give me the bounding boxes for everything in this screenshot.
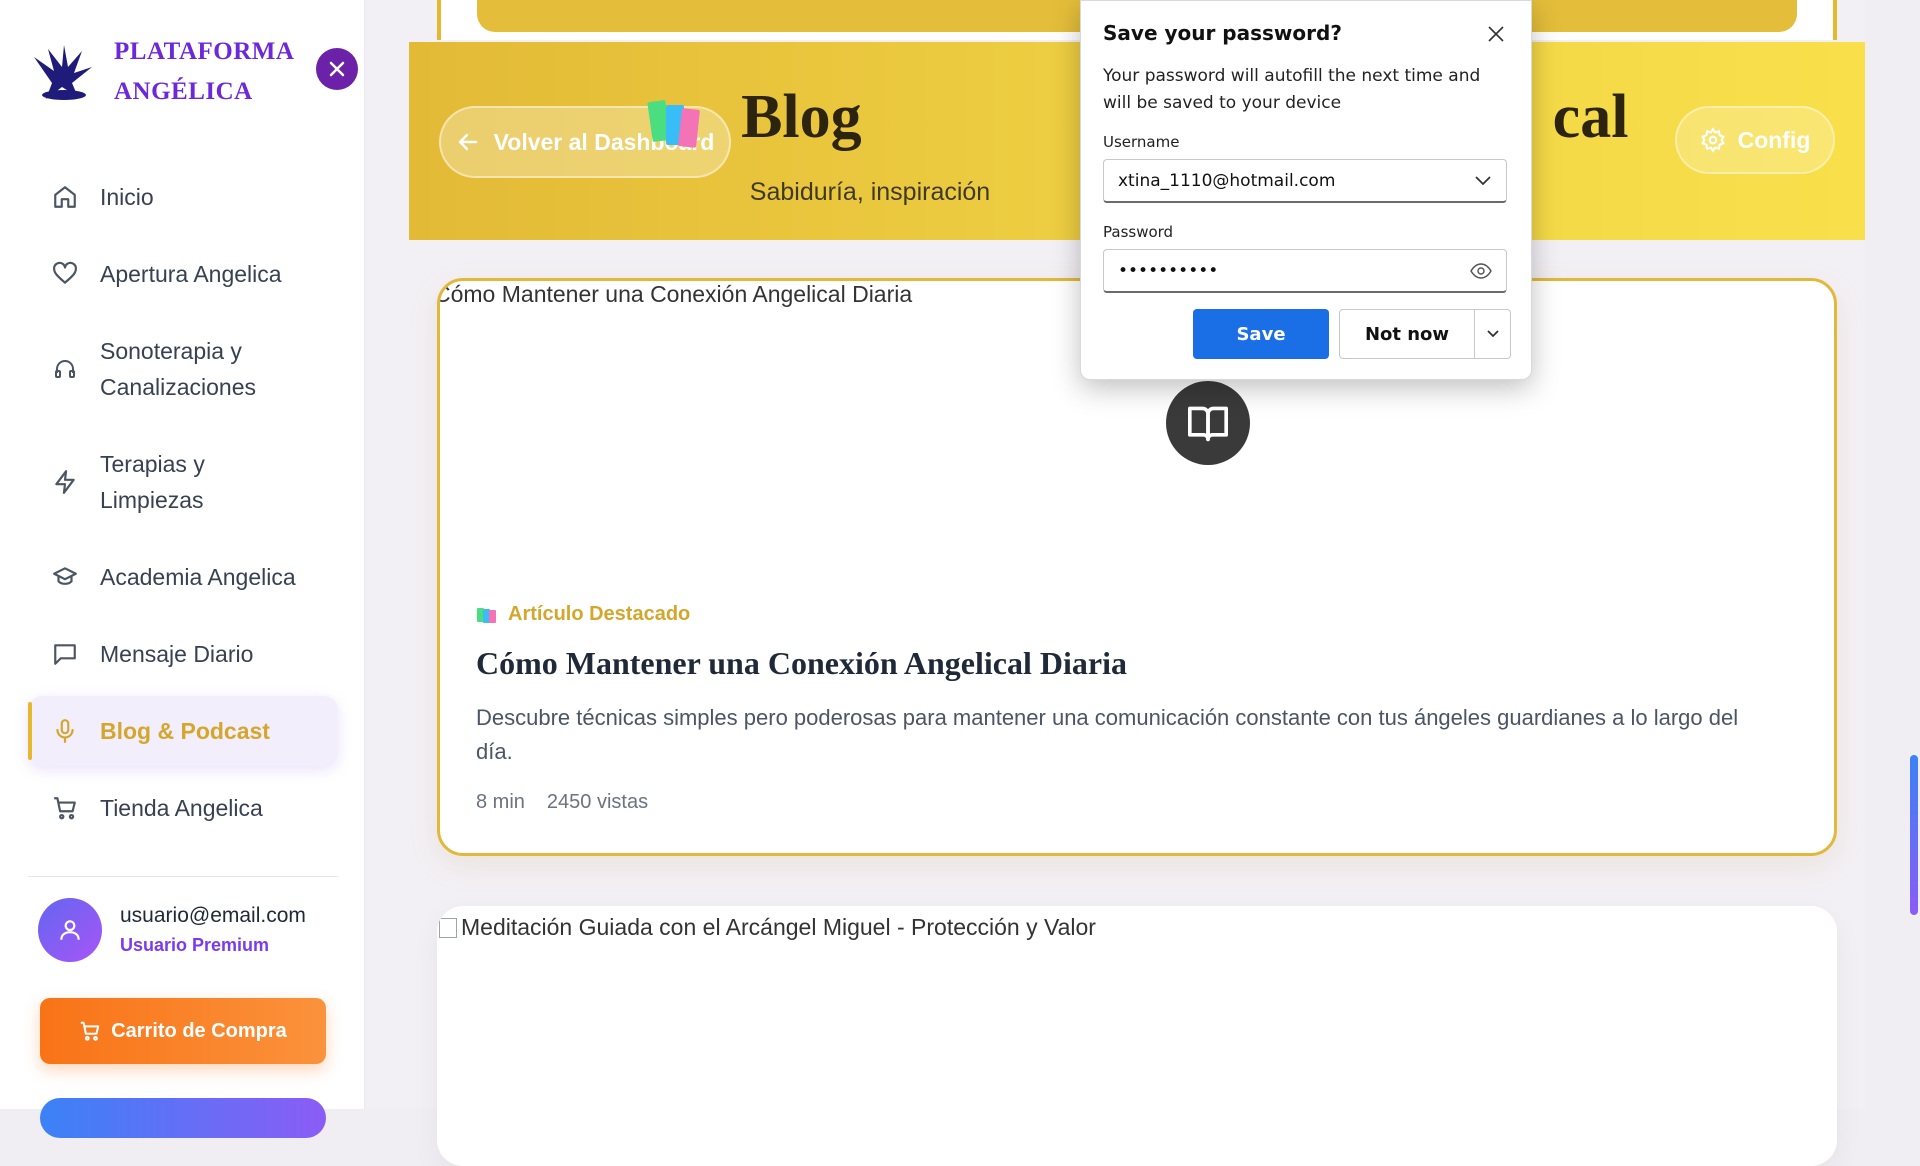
user-email: usuario@email.com (120, 904, 306, 927)
username-value: xtina_1110@hotmail.com (1118, 170, 1336, 191)
brand-name-line2: ANGÉLICA (114, 78, 253, 105)
sidebar-item-label: Academia Angelica (100, 564, 296, 590)
sidebar-extra-button[interactable] (40, 1098, 326, 1138)
shopping-cart-icon (50, 793, 80, 823)
close-icon (329, 61, 345, 77)
sidebar-nav: Inicio Apertura Angelica Sonoterapia y C… (28, 162, 338, 843)
eye-icon[interactable] (1470, 262, 1492, 279)
username-field[interactable]: xtina_1110@hotmail.com (1103, 159, 1507, 203)
sidebar-item-blog-podcast[interactable]: Blog & Podcast (28, 696, 338, 766)
config-button[interactable]: Config (1675, 106, 1835, 174)
password-value: •••••••••• (1118, 260, 1219, 281)
more-options-button[interactable] (1475, 309, 1511, 359)
home-icon (50, 182, 80, 212)
not-now-button[interactable]: Not now (1339, 309, 1475, 359)
save-password-button[interactable]: Save (1193, 309, 1329, 359)
article-image-alt-text: Meditación Guiada con el Arcángel Miguel… (439, 914, 1096, 941)
sidebar-item-label: Tienda Angelica (100, 795, 263, 821)
zap-icon (50, 467, 80, 497)
shopping-cart-icon (81, 1021, 100, 1041)
brand[interactable]: PLATAFORMA ANGÉLICA (28, 32, 294, 112)
sidebar-item-mensaje-diario[interactable]: Mensaje Diario (28, 619, 338, 689)
sidebar: PLATAFORMA ANGÉLICA Inicio Apertura Ange… (0, 0, 365, 1138)
sidebar-item-label: Apertura Angelica (100, 261, 282, 287)
dialog-title: Save your password? (1103, 21, 1342, 45)
page-title-left: Blog (741, 83, 862, 151)
password-label: Password (1103, 223, 1174, 241)
open-book-icon (1166, 381, 1250, 465)
article-card[interactable]: Meditación Guiada con el Arcángel Miguel… (437, 906, 1837, 1166)
sidebar-item-terapias[interactable]: Terapias y Limpiezas (28, 429, 338, 535)
page-title-right: cal (1552, 83, 1629, 151)
view-count: 2450 vistas (546, 791, 649, 813)
cart-button-label: Carrito de Compra (111, 1019, 287, 1042)
featured-image-alt-text: Cómo Mantener una Conexión Angelical Dia… (437, 281, 913, 307)
sidebar-item-label: Mensaje Diario (100, 641, 254, 667)
broken-image-icon (439, 917, 457, 938)
chevron-down-icon (1486, 330, 1499, 338)
sidebar-item-sonoterapia[interactable]: Sonoterapia y Canalizaciones (28, 316, 338, 422)
sidebar-item-label: Inicio (100, 184, 154, 210)
featured-tag-label: Artículo Destacado (508, 603, 691, 625)
article-image-alt-label: Meditación Guiada con el Arcángel Miguel… (461, 914, 1096, 940)
featured-article-title[interactable]: Cómo Mantener una Conexión Angelical Dia… (476, 645, 1127, 682)
chevron-down-icon[interactable] (1474, 175, 1492, 187)
sidebar-item-label: Terapias y Limpiezas (100, 451, 205, 513)
password-field[interactable]: •••••••••• (1103, 249, 1507, 293)
sidebar-item-tienda[interactable]: Tienda Angelica (28, 773, 338, 843)
sidebar-item-apertura-angelica[interactable]: Apertura Angelica (28, 239, 338, 309)
brand-name-line1: PLATAFORMA (114, 38, 295, 65)
sidebar-item-label: Sonoterapia y Canalizaciones (100, 338, 256, 400)
user-profile[interactable]: usuario@email.com Usuario Premium (38, 898, 306, 962)
avatar (38, 898, 102, 962)
page-subtitle-left: Sabiduría, inspiración (749, 178, 991, 206)
mic-icon (50, 716, 80, 746)
sidebar-item-label: Blog & Podcast (100, 718, 270, 744)
config-button-label: Config (1737, 126, 1811, 153)
featured-tag: Artículo Destacado (476, 603, 690, 626)
sidebar-item-inicio[interactable]: Inicio (28, 162, 338, 232)
close-sidebar-button[interactable] (316, 48, 358, 90)
heart-icon (50, 259, 80, 289)
featured-article-description: Descubre técnicas simples pero poderosas… (476, 705, 1739, 764)
sidebar-divider (28, 876, 338, 877)
user-icon (60, 920, 80, 940)
headphones-icon (50, 354, 80, 384)
dialog-description: Your password will autofill the next tim… (1103, 66, 1481, 113)
cart-button[interactable]: Carrito de Compra (40, 998, 326, 1064)
featured-article-meta: 8 min 2450 vistas (476, 791, 648, 814)
books-icon (477, 607, 496, 623)
books-icon (647, 99, 700, 148)
dialog-close-button[interactable] (1481, 19, 1511, 49)
gear-icon (1700, 127, 1725, 153)
close-icon (1488, 26, 1504, 42)
angel-logo-icon (34, 45, 92, 100)
sidebar-item-academia[interactable]: Academia Angelica (28, 542, 338, 612)
username-label: Username (1103, 133, 1180, 151)
save-password-dialog: Save your password? Your password will a… (1080, 0, 1532, 380)
page-scrollbar[interactable] (1910, 755, 1918, 915)
message-square-icon (50, 639, 80, 669)
user-tier-badge: Usuario Premium (120, 935, 270, 955)
read-time: 8 min (476, 791, 525, 813)
graduation-cap-icon (50, 562, 80, 592)
